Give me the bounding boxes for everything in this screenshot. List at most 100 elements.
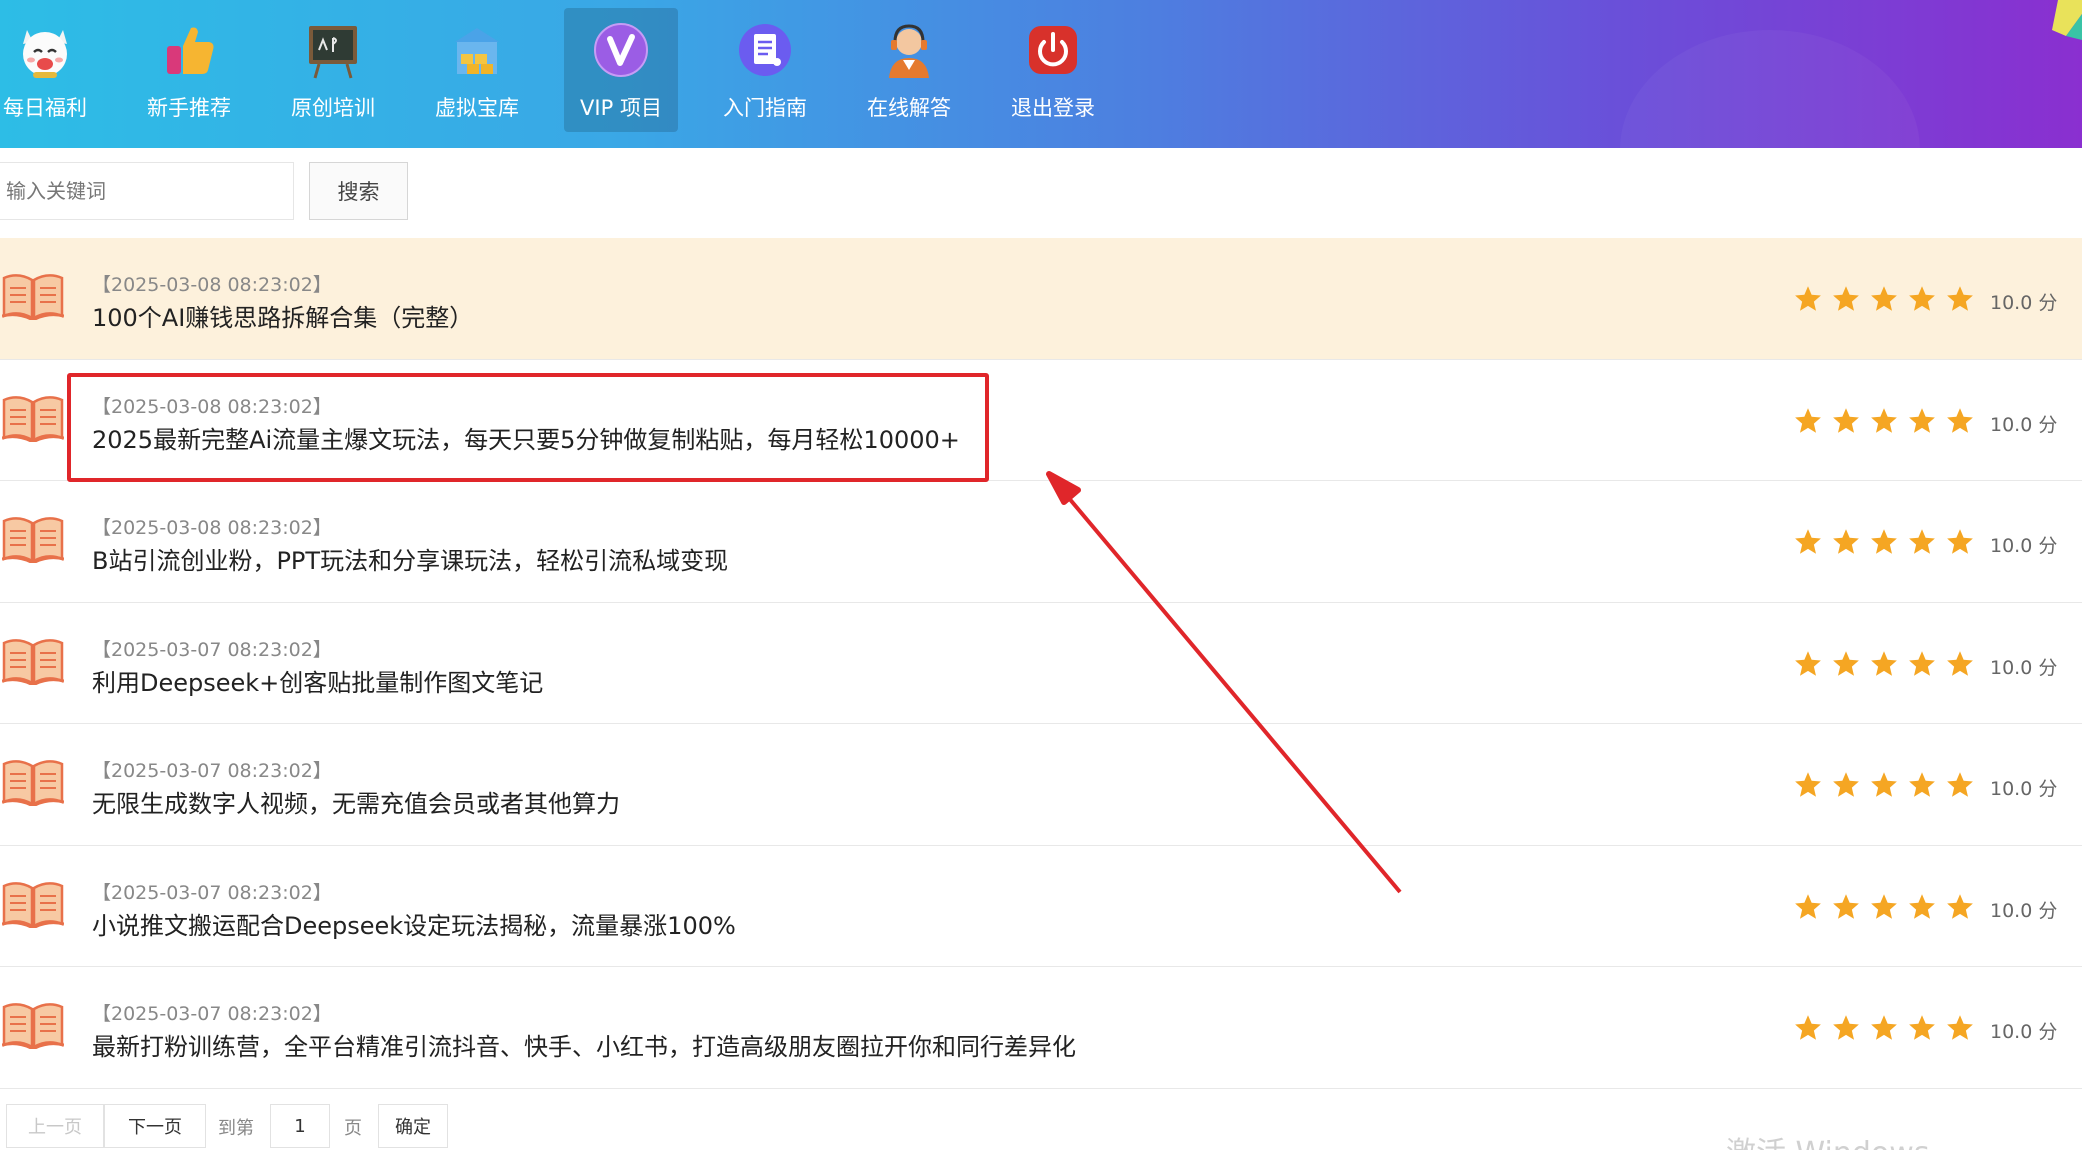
item-title-link[interactable]: B站引流创业粉，PPT玩法和分享课玩法，轻松引流私域变现: [92, 541, 728, 576]
star-icon: [1869, 284, 1899, 314]
nav-label: VIP 项目: [580, 96, 662, 120]
item-score: 10.0 分: [1990, 899, 2058, 922]
windows-activation-watermark: 激活 Windows: [1726, 1128, 1929, 1150]
item-score: 10.0 分: [1990, 292, 2058, 314]
star-icon: [1945, 284, 1975, 314]
star-icon: [1831, 892, 1861, 922]
search-input[interactable]: [0, 162, 294, 220]
page-number-input[interactable]: [270, 1104, 330, 1148]
nav-label: 新手推荐: [147, 96, 231, 120]
star-icon: [1869, 770, 1899, 800]
nav-item-vip-project[interactable]: VIP 项目: [564, 8, 678, 132]
page-unit-label: 页: [344, 1118, 362, 1139]
star-rating: [1793, 649, 1975, 679]
star-icon: [1907, 284, 1937, 314]
star-icon: [1831, 406, 1861, 436]
star-icon: [1945, 770, 1975, 800]
item-date: 【2025-03-08 08:23:02】: [92, 517, 332, 539]
star-rating: [1793, 1013, 1975, 1043]
confirm-page-button[interactable]: 确定: [378, 1104, 448, 1148]
item-title-link[interactable]: 小说推文搬运配合Deepseek设定玩法揭秘，流量暴涨100%: [92, 906, 736, 941]
star-icon: [1945, 406, 1975, 436]
nav-label: 原创培训: [291, 96, 375, 120]
nav-label: 在线解答: [867, 96, 951, 120]
list-item[interactable]: 【2025-03-07 08:23:02】 无限生成数字人视频，无需充值会员或者其…: [0, 724, 2082, 846]
thumbs-up-icon: [157, 18, 221, 82]
star-icon: [1907, 770, 1937, 800]
nav-label: 每日福利: [3, 96, 87, 120]
star-icon: [1831, 770, 1861, 800]
nav-item-original-training[interactable]: 原创培训: [276, 8, 390, 132]
star-icon: [1793, 892, 1823, 922]
item-title-link[interactable]: 最新打粉训练营，全平台精准引流抖音、快手、小红书，打造高级朋友圈拉开你和同行差异…: [92, 1027, 1076, 1062]
item-score: 10.0 分: [1990, 535, 2058, 557]
list-item[interactable]: 【2025-03-07 08:23:02】 最新打粉训练营，全平台精准引流抖音、快…: [0, 967, 2082, 1089]
search-button[interactable]: 搜索: [309, 162, 408, 220]
nav-item-newbie-recommend[interactable]: 新手推荐: [132, 8, 246, 132]
star-icon: [1907, 649, 1937, 679]
star-icon: [1793, 1013, 1823, 1043]
star-icon: [1869, 1013, 1899, 1043]
item-title-link[interactable]: 2025最新完整Ai流量主爆文玩法，每天只要5分钟做复制粘贴，每月轻松10000…: [92, 420, 960, 455]
star-rating: [1793, 892, 1975, 922]
star-icon: [1831, 649, 1861, 679]
star-rating: [1793, 770, 1975, 800]
list-item[interactable]: 【2025-03-07 08:23:02】 小说推文搬运配合Deepseek设定玩…: [0, 845, 2082, 967]
item-title-link[interactable]: 无限生成数字人视频，无需充值会员或者其他算力: [92, 784, 620, 819]
item-date: 【2025-03-07 08:23:02】: [92, 638, 332, 661]
nav-label: 退出登录: [1011, 96, 1095, 120]
star-icon: [1945, 892, 1975, 922]
item-date: 【2025-03-07 08:23:02】: [92, 881, 332, 904]
star-icon: [1831, 527, 1861, 557]
item-date: 【2025-03-07 08:23:02】: [92, 760, 332, 782]
star-icon: [1793, 284, 1823, 314]
list-item[interactable]: 【2025-03-08 08:23:02】 100个AI赚钱思路拆解合集（完整） 1…: [0, 238, 2082, 360]
item-score: 10.0 分: [1990, 778, 2058, 800]
star-icon: [1869, 527, 1899, 557]
star-icon: [1793, 649, 1823, 679]
prev-page-button[interactable]: 上一页: [6, 1104, 104, 1148]
star-icon: [1869, 406, 1899, 436]
item-title-link[interactable]: 利用Deepseek+创客贴批量制作图文笔记: [92, 663, 543, 698]
star-icon: [1907, 1013, 1937, 1043]
item-title-link[interactable]: 100个AI赚钱思路拆解合集（完整）: [92, 298, 473, 333]
star-rating: [1793, 406, 1975, 436]
book-icon: [1, 270, 65, 322]
nav-item-daily-welfare[interactable]: 每日福利: [0, 8, 102, 132]
book-icon: [1, 635, 65, 687]
book-icon: [1, 392, 65, 444]
item-date: 【2025-03-07 08:23:02】: [92, 1003, 332, 1025]
star-icon: [1907, 527, 1937, 557]
star-icon: [1793, 527, 1823, 557]
vip-icon: [589, 18, 653, 82]
top-nav-bar: 每日福利 新手推荐 原创培训 虚拟宝库 VIP 项目 入门指南 在线解答 退出登…: [0, 0, 2082, 148]
document-icon: [733, 18, 797, 82]
nav-item-online-answers[interactable]: 在线解答: [852, 8, 966, 132]
project-list: 【2025-03-08 08:23:02】 100个AI赚钱思路拆解合集（完整） 1…: [0, 238, 2082, 1089]
star-rating: [1793, 527, 1975, 557]
item-date: 【2025-03-08 08:23:02】: [92, 395, 332, 418]
star-icon: [1945, 649, 1975, 679]
book-icon: [1, 513, 65, 565]
nav-item-getting-started[interactable]: 入门指南: [708, 8, 822, 132]
star-icon: [1869, 649, 1899, 679]
treasure-building-icon: [445, 18, 509, 82]
list-item[interactable]: 【2025-03-07 08:23:02】 利用Deepseek+创客贴批量制作图…: [0, 602, 2082, 724]
lucky-cat-icon: [13, 18, 77, 82]
list-item[interactable]: 【2025-03-08 08:23:02】 B站引流创业粉，PPT玩法和分享课玩法…: [0, 481, 2082, 603]
book-icon: [1, 756, 65, 808]
next-page-button[interactable]: 下一页: [104, 1104, 206, 1148]
star-icon: [1793, 770, 1823, 800]
item-score: 10.0 分: [1990, 413, 2058, 436]
nav-item-virtual-treasury[interactable]: 虚拟宝库: [420, 8, 534, 132]
support-agent-icon: [877, 18, 941, 82]
power-icon: [1021, 18, 1085, 82]
item-score: 10.0 分: [1990, 656, 2058, 679]
nav-label: 入门指南: [723, 96, 807, 120]
list-item[interactable]: 【2025-03-08 08:23:02】 2025最新完整Ai流量主爆文玩法，每…: [0, 359, 2082, 481]
blackboard-icon: [301, 18, 365, 82]
nav-item-logout[interactable]: 退出登录: [996, 8, 1110, 132]
star-icon: [1945, 527, 1975, 557]
book-icon: [1, 999, 65, 1051]
star-icon: [1945, 1013, 1975, 1043]
